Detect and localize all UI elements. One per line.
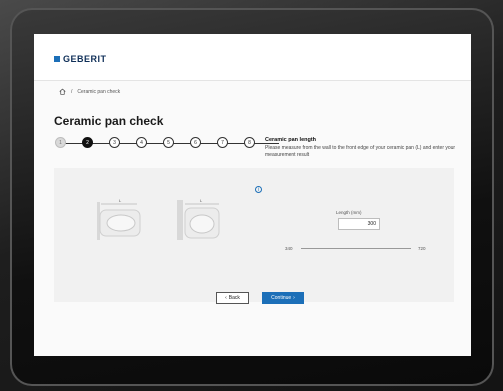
length-input[interactable]: 300 [338,218,380,230]
home-icon[interactable] [59,88,66,95]
length-slider[interactable] [301,248,411,249]
site-header: GEBERIT [34,34,471,81]
logo-text: GEBERIT [63,54,107,64]
chevron-right-icon: › [293,295,295,301]
geberit-logo[interactable]: GEBERIT [54,54,107,64]
ceramic-pan-top-image: L [177,198,220,240]
progress-stepper: 1 2 3 4 5 6 7 8 [55,137,283,151]
step-7[interactable]: 7 [217,137,228,148]
step-1[interactable]: 1 [55,137,66,148]
slider-min-label: 340 [285,246,293,251]
breadcrumb: / Ceramic pan check [59,88,120,95]
step-description: Ceramic pan length Please measure from t… [265,137,463,159]
continue-button[interactable]: Continue › [262,292,304,304]
info-icon[interactable]: i [255,186,262,193]
step-2[interactable]: 2 [82,137,93,148]
step-5[interactable]: 5 [163,137,174,148]
logo-mark-icon [54,56,60,62]
step-3[interactable]: 3 [109,137,120,148]
pan-length-marker-2: L [200,198,203,203]
ceramic-pan-side-image: L [97,198,141,240]
breadcrumb-current[interactable]: Ceramic pan check [77,89,120,95]
pan-length-marker: L [119,198,122,203]
chevron-left-icon: ‹ [225,295,227,301]
step-heading: Ceramic pan length [265,137,317,143]
step-instructions: Please measure from the wall to the fron… [265,145,456,158]
step-6[interactable]: 6 [190,137,201,148]
step-8[interactable]: 8 [244,137,255,148]
slider-max-label: 720 [418,246,426,251]
back-button[interactable]: ‹ Back [216,292,249,304]
continue-label: Continue [271,295,292,301]
back-label: Back [228,295,240,301]
breadcrumb-separator: / [71,88,73,95]
page-title: Ceramic pan check [54,114,164,128]
step-4[interactable]: 4 [136,137,147,148]
length-label: Length (mm) [336,210,362,215]
